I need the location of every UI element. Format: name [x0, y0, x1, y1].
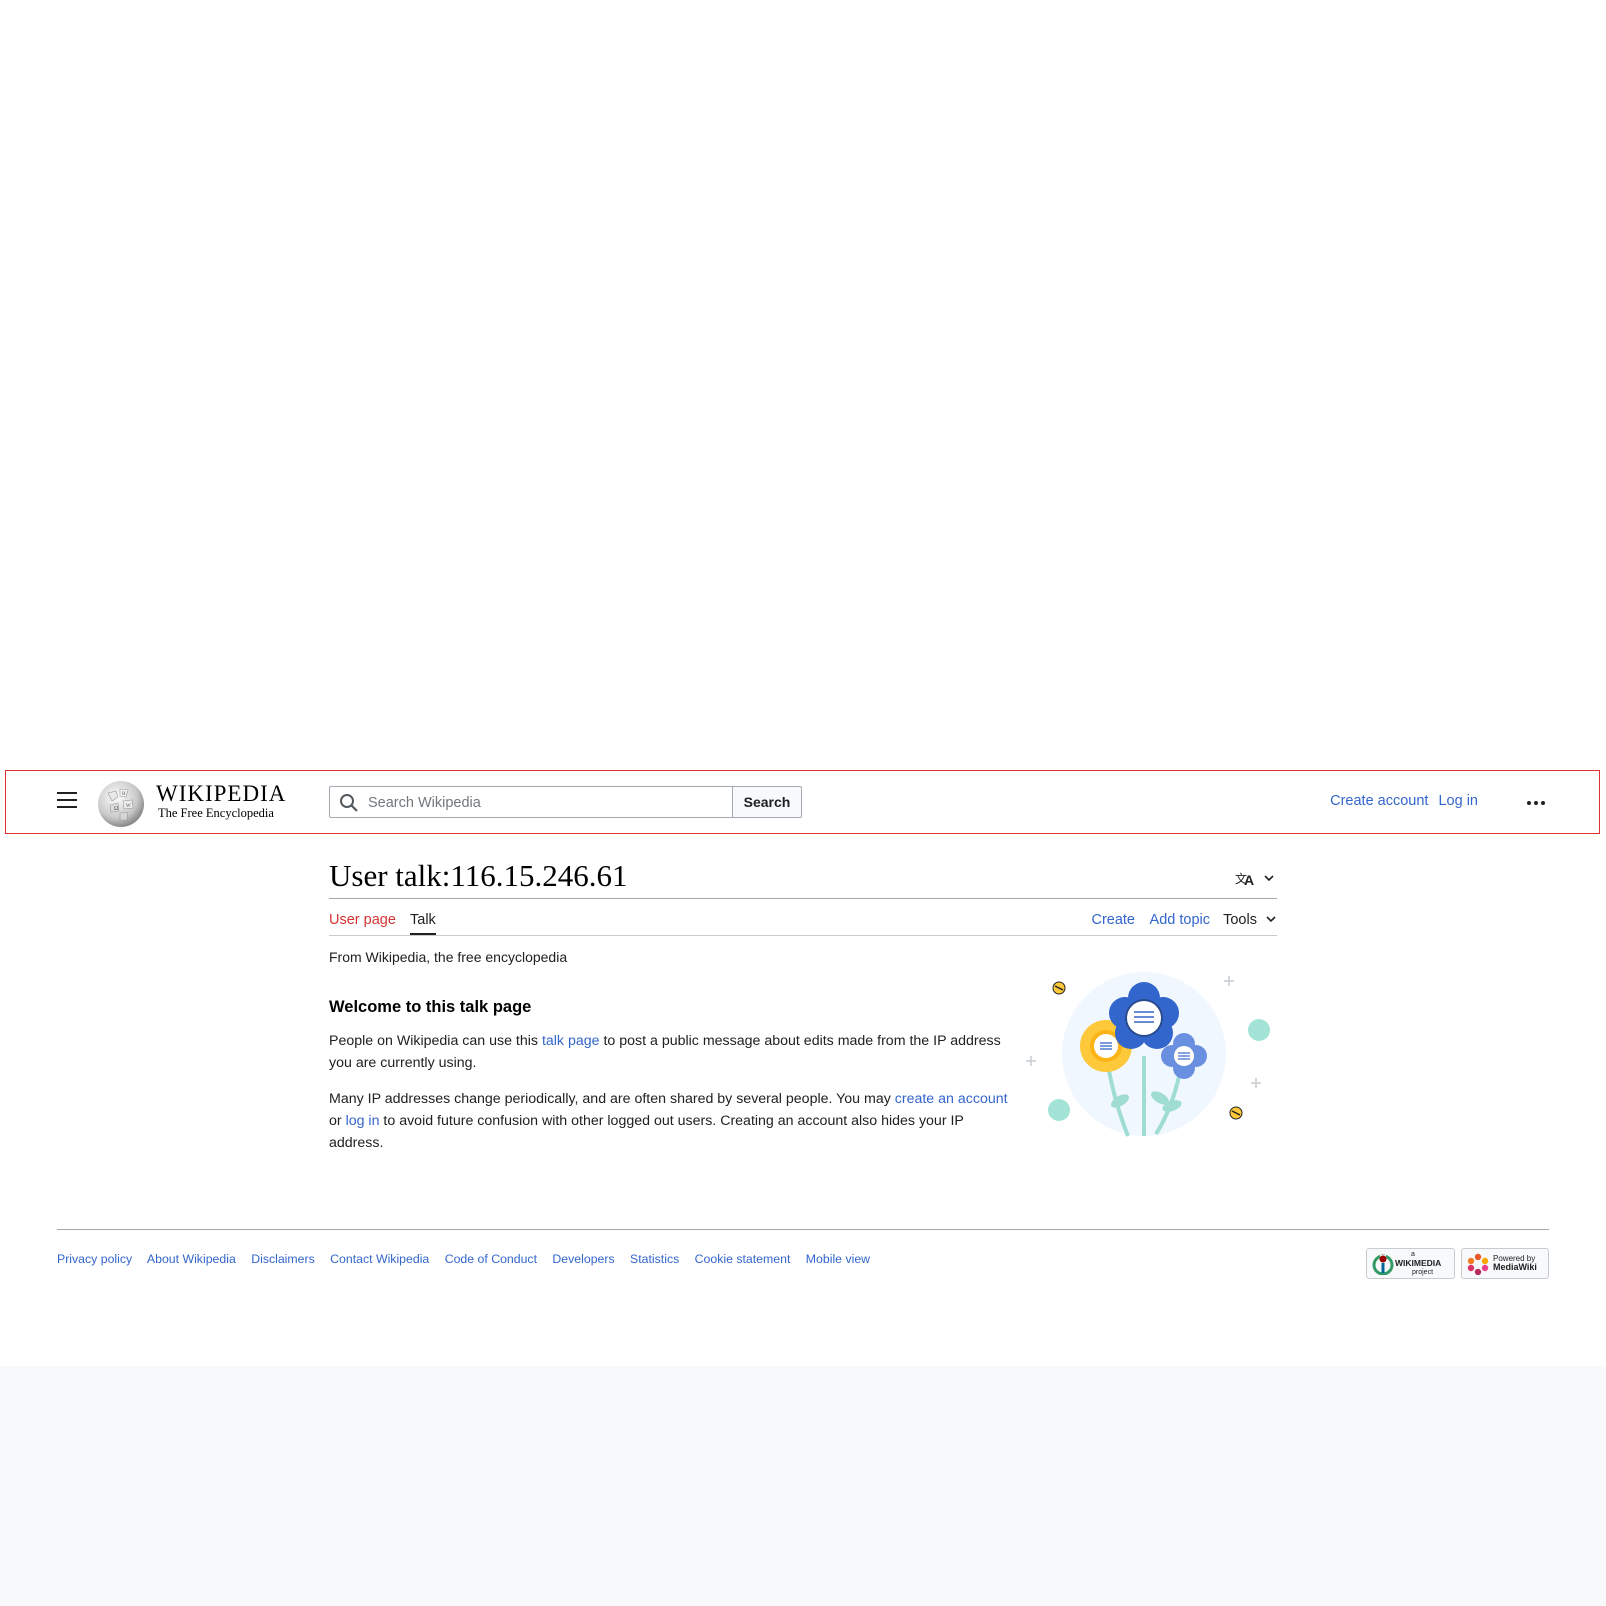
wikimedia-badge-title: WIKIMEDIA [1395, 1258, 1442, 1268]
page-title: User talk:116.15.246.61 [329, 858, 628, 893]
hamburger-icon [57, 792, 77, 794]
footer-link-contact[interactable]: Contact Wikipedia [330, 1252, 429, 1266]
footer-link-mobile-view[interactable]: Mobile view [806, 1252, 870, 1266]
wordmark-title: WIKIPEDIA [156, 781, 287, 806]
page-background-bottom [0, 1366, 1606, 1606]
chevron-down-icon [1266, 916, 1276, 923]
tools-label: Tools [1223, 912, 1257, 928]
more-options-button[interactable] [1525, 791, 1549, 815]
svg-text:И: И [122, 792, 126, 797]
search-input[interactable] [366, 791, 730, 815]
tab-create[interactable]: Create [1091, 912, 1135, 928]
footer-link-statistics[interactable]: Statistics [630, 1252, 679, 1266]
wordmark-tagline: The Free Encyclopedia [158, 806, 274, 820]
welcome-paragraph-1: People on Wikipedia can use this talk pa… [329, 1033, 1001, 1071]
welcome-heading: Welcome to this talk page [329, 998, 532, 1016]
ellipsis-icon [1525, 792, 1546, 809]
svg-text:A: A [1244, 872, 1254, 888]
footer-divider [57, 1229, 1549, 1230]
main-content: User talk:116.15.246.61 文 A User page Ta… [329, 856, 1277, 1151]
site-tagline: From Wikipedia, the free encyclopedia [329, 949, 568, 965]
svg-text:W: W [126, 804, 131, 809]
tab-talk[interactable]: Talk [410, 912, 436, 935]
mediawiki-logo-icon [1467, 1253, 1489, 1275]
language-button[interactable]: 文 A [1235, 868, 1277, 888]
search-icon [340, 794, 358, 812]
tab-user-page[interactable]: User page [329, 912, 396, 928]
language-icon: 文 A [1235, 871, 1274, 888]
tools-dropdown[interactable]: Tools [1223, 912, 1277, 928]
wikipedia-globe-logo[interactable]: Ω W И [96, 779, 146, 829]
footer-links: Privacy policy About Wikipedia Disclaime… [57, 1252, 882, 1266]
wikipedia-wordmark[interactable]: WIKIPEDIA The Free Encyclopedia [156, 781, 287, 821]
wikimedia-logo-icon [1372, 1254, 1394, 1275]
wikimedia-project-badge[interactable]: a WIKIMEDIA project [1366, 1248, 1455, 1279]
talk-page-link[interactable]: talk page [542, 1033, 600, 1049]
powered-by-mediawiki-badge[interactable]: Powered by MediaWiki [1461, 1248, 1549, 1279]
footer-link-disclaimers[interactable]: Disclaimers [251, 1252, 315, 1266]
search-button[interactable]: Search [732, 786, 802, 818]
log-in-link[interactable]: Log in [1438, 793, 1478, 809]
main-menu-button[interactable] [56, 792, 78, 812]
mediawiki-badge-line2: MediaWiki [1493, 1262, 1537, 1272]
create-an-account-link[interactable]: create an account [895, 1091, 1008, 1107]
footer-link-privacy[interactable]: Privacy policy [57, 1252, 132, 1266]
tab-add-topic[interactable]: Add topic [1150, 912, 1210, 928]
welcome-paragraph-2: Many IP addresses change periodically, a… [329, 1091, 1008, 1151]
site-header: Ω W И WIKIPEDIA The Free Encyclopedia Se… [5, 770, 1600, 834]
svg-text:Ω: Ω [114, 806, 119, 812]
log-in-inline-link[interactable]: log in [346, 1113, 380, 1129]
tabs-divider [329, 935, 1277, 936]
title-divider [329, 898, 1277, 899]
footer-link-cookie[interactable]: Cookie statement [695, 1252, 791, 1266]
footer-link-developers[interactable]: Developers [552, 1252, 614, 1266]
personal-tools: Create account Log in [1324, 793, 1478, 809]
create-account-link[interactable]: Create account [1330, 793, 1428, 809]
footer-link-about[interactable]: About Wikipedia [147, 1252, 236, 1266]
wikimedia-badge-sub: project [1412, 1269, 1434, 1276]
search-box [329, 786, 733, 818]
footer-link-code-of-conduct[interactable]: Code of Conduct [445, 1252, 537, 1266]
talk-page-flowers-illustration [1026, 972, 1270, 1137]
